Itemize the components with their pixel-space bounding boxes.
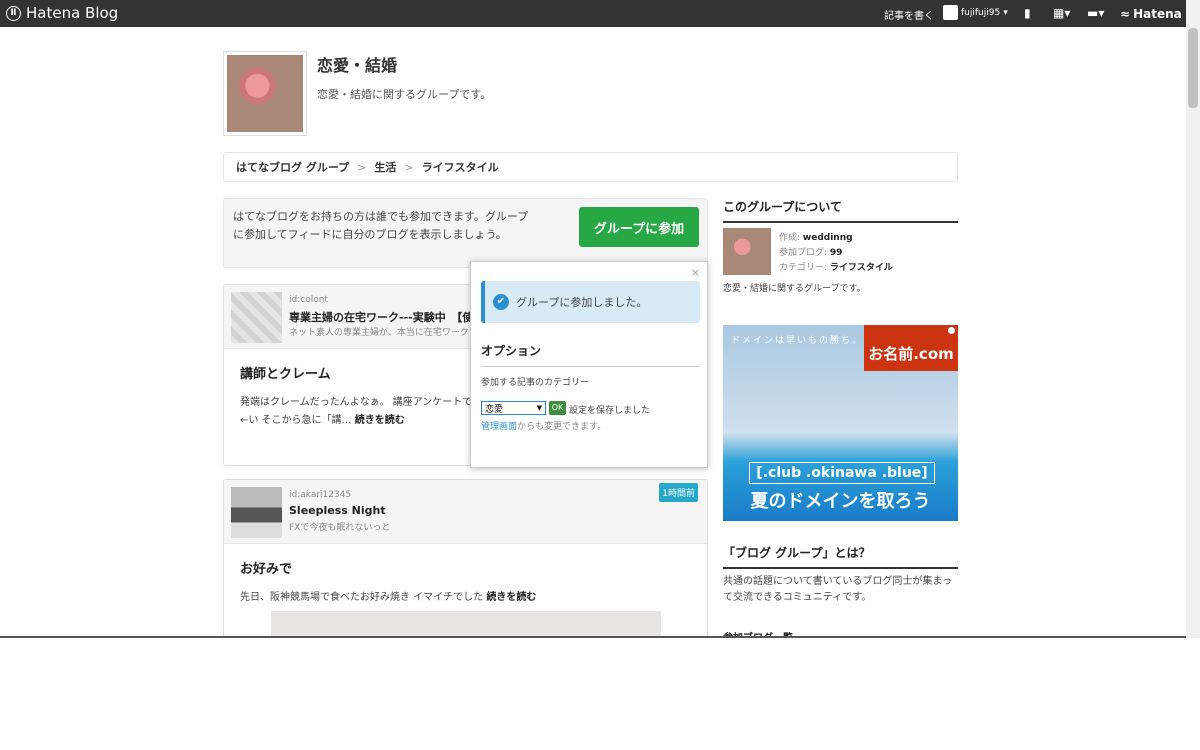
category-select[interactable]: 恋愛 ▼: [481, 401, 546, 415]
blank-area: [0, 638, 1200, 750]
group-thumbnail: [223, 51, 307, 136]
write-article-link[interactable]: 記事を書く: [884, 7, 934, 22]
logo-text: Hatena Blog: [26, 4, 119, 22]
creator-link[interactable]: weddinng: [803, 233, 853, 243]
hatena-label: Hatena: [1133, 7, 1182, 21]
hatena-mark-icon: ≈: [1120, 7, 1131, 21]
blog-count: 参加ブログ: 99: [779, 248, 843, 258]
excerpt-text: 先日、阪神競馬場で食べたお好み焼き イマイチでした: [240, 592, 484, 603]
saved-message: 設定を保存しました: [569, 406, 651, 416]
sidebar-about: このグループについて: [723, 198, 958, 223]
ad-info-icon[interactable]: [947, 326, 956, 335]
chevron-down-icon: ▾: [1003, 7, 1008, 18]
blog-id[interactable]: id:akari12345: [289, 490, 351, 500]
hatena-link[interactable]: ≈ Hatena: [1120, 7, 1182, 21]
created-by: 作成: weddinng: [779, 233, 853, 243]
category-info: カテゴリー: ライフスタイル: [779, 263, 893, 273]
hatena-logo-icon: Ⅱ: [6, 5, 21, 21]
category-select-label: 参加する記事のカテゴリー: [481, 378, 590, 388]
apps-grid-icon[interactable]: ▦▾: [1053, 6, 1070, 20]
entry-card-header: id:akari12345 Sleepless Night FXで今夜も眠れない…: [224, 480, 707, 544]
breadcrumb: はてなブログ グループ > 生活 > ライフスタイル: [223, 152, 958, 182]
join-options-popup: × ✔ グループに参加しました。 オプション 参加する記事のカテゴリー 恋愛 ▼…: [470, 261, 708, 468]
options-heading: オプション: [481, 344, 542, 358]
blog-title[interactable]: 専業主婦の在宅ワーク---実験中 【使: [289, 309, 473, 325]
join-group-button[interactable]: グループに参加: [579, 207, 699, 247]
entry-card[interactable]: id:akari12345 Sleepless Night FXで今夜も眠れない…: [223, 479, 708, 649]
ad-tagline: ドメインは早いもの勝ち。: [731, 336, 864, 346]
entry-excerpt: 先日、阪神競馬場で食べたお好み焼き イマイチでした 続きを読む: [240, 589, 691, 607]
user-menu[interactable]: fujifuji95 ▾: [943, 5, 1008, 20]
entry-title[interactable]: お好みで: [240, 558, 691, 577]
close-icon[interactable]: ×: [691, 266, 700, 279]
join-panel: はてなブログをお持ちの方は誰でも参加できます。グループに参加してフィードに自分の…: [223, 198, 708, 268]
notification-icon[interactable]: ▬▾: [1087, 6, 1104, 20]
settings-note: 管理画面からも変更できます。: [481, 422, 607, 432]
advertisement-banner[interactable]: ドメインは早いもの勝ち。 お名前.com [.club .okinawa .bl…: [723, 325, 958, 521]
page-title: 恋愛・結婚: [317, 56, 398, 75]
sidebar-heading-what: 「ブログ グループ」とは？: [723, 544, 958, 569]
read-more-link[interactable]: 続きを読む: [486, 592, 536, 603]
ad-headline: 夏のドメインを取ろう: [750, 491, 931, 512]
blog-icon[interactable]: [231, 487, 282, 538]
time-badge: 1時間前: [659, 483, 698, 502]
selected-category: 恋愛: [485, 404, 504, 415]
hatena-blog-logo[interactable]: Ⅱ Hatena Blog: [6, 4, 118, 22]
breadcrumb-separator: >: [404, 160, 414, 174]
sidebar-group-description: 恋愛・結婚に関するグループです。: [723, 284, 866, 294]
success-alert: ✔ グループに参加しました。: [481, 281, 700, 323]
top-navigation-bar: Ⅱ Hatena Blog 記事を書く fujifuji95 ▾ ▮ ▦▾ ▬▾…: [0, 0, 1186, 27]
blog-subtitle: FXで今夜も眠れないっと: [289, 523, 391, 533]
scrollbar-thumb[interactable]: [1188, 28, 1198, 108]
ad-brand-badge: お名前.com: [864, 325, 958, 371]
bookmark-icon[interactable]: ▮: [1024, 6, 1031, 20]
sidebar-what-text: 共通の話題について書いているブログ同士が集まって交流できるコミュニティです。: [723, 576, 952, 603]
category-link[interactable]: ライフスタイル: [830, 263, 893, 273]
breadcrumb-item-life[interactable]: 生活: [374, 159, 396, 175]
blog-id[interactable]: id:colont: [289, 295, 328, 305]
sidebar-heading-about: このグループについて: [723, 198, 958, 223]
divider: [481, 366, 699, 367]
blog-subtitle: ネット素人の専業主婦が、本当に在宅ワーク: [289, 328, 469, 338]
breadcrumb-item-groups[interactable]: はてなブログ グループ: [236, 159, 349, 175]
blog-icon[interactable]: [231, 292, 282, 343]
group-owner-thumbnail[interactable]: [723, 228, 771, 275]
blog-title[interactable]: Sleepless Night: [289, 504, 386, 517]
breadcrumb-item-lifestyle[interactable]: ライフスタイル: [422, 159, 499, 175]
ad-domains: [.club .okinawa .blue]: [749, 462, 935, 484]
breadcrumb-separator: >: [357, 160, 367, 174]
group-description: 恋愛・結婚に関するグループです。: [317, 88, 492, 101]
avatar: [943, 5, 958, 20]
check-circle-icon: ✔: [493, 294, 509, 310]
ok-button[interactable]: OK: [549, 401, 566, 415]
join-description: はてなブログをお持ちの方は誰でも参加できます。グループに参加してフィードに自分の…: [233, 210, 529, 241]
admin-settings-link[interactable]: 管理画面: [481, 422, 517, 432]
chevron-down-icon: ▼: [536, 404, 542, 412]
username: fujifuji95: [961, 7, 1001, 18]
read-more-link[interactable]: 続きを読む: [355, 415, 405, 426]
alert-text: グループに参加しました。: [516, 296, 648, 309]
